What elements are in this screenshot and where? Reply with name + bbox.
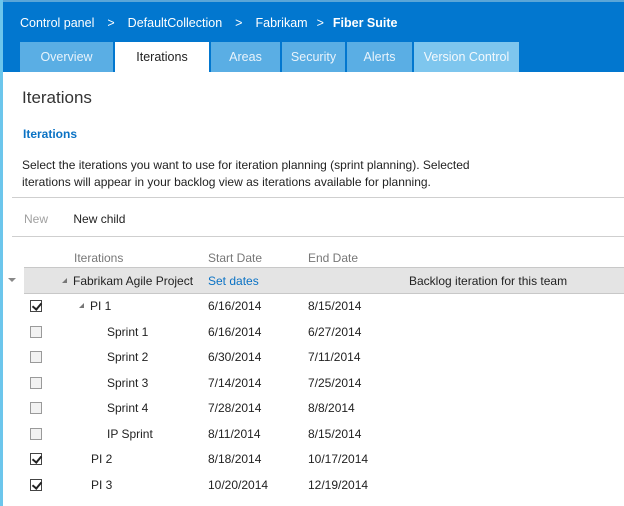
tree-row[interactable]: Sprint 1 6/16/2014 6/27/2014 (0, 320, 624, 346)
iteration-name: Sprint 1 (107, 324, 149, 339)
tree-row[interactable]: Sprint 3 7/14/2014 7/25/2014 (0, 371, 624, 397)
header-bar: Control panel > DefaultCollection > Fabrikam… (0, 0, 624, 72)
iteration-checkbox[interactable] (30, 453, 42, 465)
start-date: 7/28/2014 (208, 401, 262, 415)
breadcrumb-collection[interactable]: DefaultCollection (128, 16, 223, 30)
start-date: 6/16/2014 (208, 299, 262, 313)
end-date: 8/15/2014 (308, 426, 362, 441)
breadcrumb-separator: > (316, 16, 324, 30)
iteration-name: Sprint 3 (107, 375, 149, 390)
column-header-end-date[interactable]: End Date (308, 251, 358, 265)
root-iteration-name: Fabrikam Agile Project (62, 268, 193, 295)
iteration-checkbox[interactable] (30, 402, 42, 414)
iteration-checkbox[interactable] (30, 351, 42, 363)
window-top-edge (0, 0, 624, 2)
start-date: 10/20/2014 (208, 477, 269, 492)
expand-triangle-icon[interactable] (79, 303, 84, 309)
tab-iterations[interactable]: Iterations (115, 42, 209, 72)
breadcrumb-current-team: Fiber Suite (332, 16, 398, 30)
start-date: 6/30/2014 (208, 350, 262, 364)
iteration-checkbox[interactable] (30, 325, 42, 338)
new-child-button[interactable]: New child (73, 212, 125, 226)
window-left-edge (0, 0, 3, 506)
set-dates-link[interactable]: Set dates (208, 268, 259, 295)
tab-overview[interactable]: Overview (20, 42, 113, 72)
start-date: 8/11/2014 (208, 426, 261, 441)
breadcrumb-separator: > (107, 16, 115, 30)
column-header-iterations[interactable]: Iterations (74, 251, 123, 265)
backlog-iteration-note: Backlog iteration for this team (409, 274, 568, 288)
iteration-checkbox[interactable] (30, 427, 42, 440)
end-date: 10/17/2014 (308, 452, 369, 466)
toolbar: New New child (24, 212, 125, 226)
root-name-label: Fabrikam Agile Project (73, 274, 194, 288)
tab-alerts[interactable]: Alerts (347, 42, 412, 72)
iteration-name: PI 2 (91, 452, 113, 466)
start-date: 6/16/2014 (208, 324, 262, 339)
divider (12, 236, 624, 237)
iteration-name: PI 1 (79, 294, 111, 319)
tree-row-root[interactable]: Fabrikam Agile Project Set dates Backlog… (24, 267, 624, 294)
iteration-name: IP Sprint (107, 426, 153, 441)
iteration-name: PI 3 (91, 477, 113, 492)
start-date: 8/18/2014 (208, 452, 262, 466)
breadcrumb-control-panel[interactable]: Control panel (20, 16, 94, 30)
iteration-name: Sprint 4 (107, 401, 149, 415)
tab-bar: Overview Iterations Areas Security Alert… (20, 42, 521, 72)
iteration-name-label: PI 1 (90, 299, 112, 313)
start-date: 7/14/2014 (208, 375, 262, 390)
tree-row[interactable]: IP Sprint 8/11/2014 8/15/2014 (0, 422, 624, 448)
breadcrumb-separator: > (235, 16, 243, 30)
iteration-name: Sprint 2 (107, 350, 149, 364)
tree-row[interactable]: PI 2 8/18/2014 10/17/2014 (0, 447, 624, 473)
tree-row[interactable]: PI 3 10/20/2014 12/19/2014 (0, 473, 624, 499)
tab-security[interactable]: Security (282, 42, 345, 72)
tab-areas[interactable]: Areas (211, 42, 280, 72)
breadcrumb-project[interactable]: Fabrikam (255, 16, 307, 30)
iteration-checkbox[interactable] (30, 376, 42, 389)
description-text: Select the iterations you want to use fo… (22, 158, 470, 189)
new-button[interactable]: New (24, 212, 48, 226)
divider (12, 197, 624, 198)
iteration-checkbox[interactable] (30, 300, 42, 312)
iteration-checkbox[interactable] (30, 478, 42, 491)
end-date: 7/11/2014 (308, 350, 361, 364)
tree-row[interactable]: Sprint 4 7/28/2014 8/8/2014 (0, 396, 624, 422)
column-header-start-date[interactable]: Start Date (208, 251, 262, 265)
breadcrumb: Control panel > DefaultCollection > Fabrikam… (20, 16, 397, 30)
tree-row[interactable]: Sprint 2 6/30/2014 7/11/2014 (0, 345, 624, 371)
end-date: 6/27/2014 (308, 324, 362, 339)
end-date: 8/15/2014 (308, 299, 362, 313)
page-title: Iterations (22, 88, 92, 107)
end-date: 8/8/2014 (308, 401, 355, 415)
expand-triangle-icon[interactable] (62, 278, 67, 284)
tab-version-control[interactable]: Version Control (414, 42, 519, 72)
tree-row[interactable]: PI 1 6/16/2014 8/15/2014 (0, 294, 624, 320)
end-date: 7/25/2014 (308, 375, 362, 390)
iterations-grid: Fabrikam Agile Project Set dates Backlog… (0, 267, 624, 498)
end-date: 12/19/2014 (308, 477, 369, 492)
section-title: Iterations (23, 127, 78, 141)
